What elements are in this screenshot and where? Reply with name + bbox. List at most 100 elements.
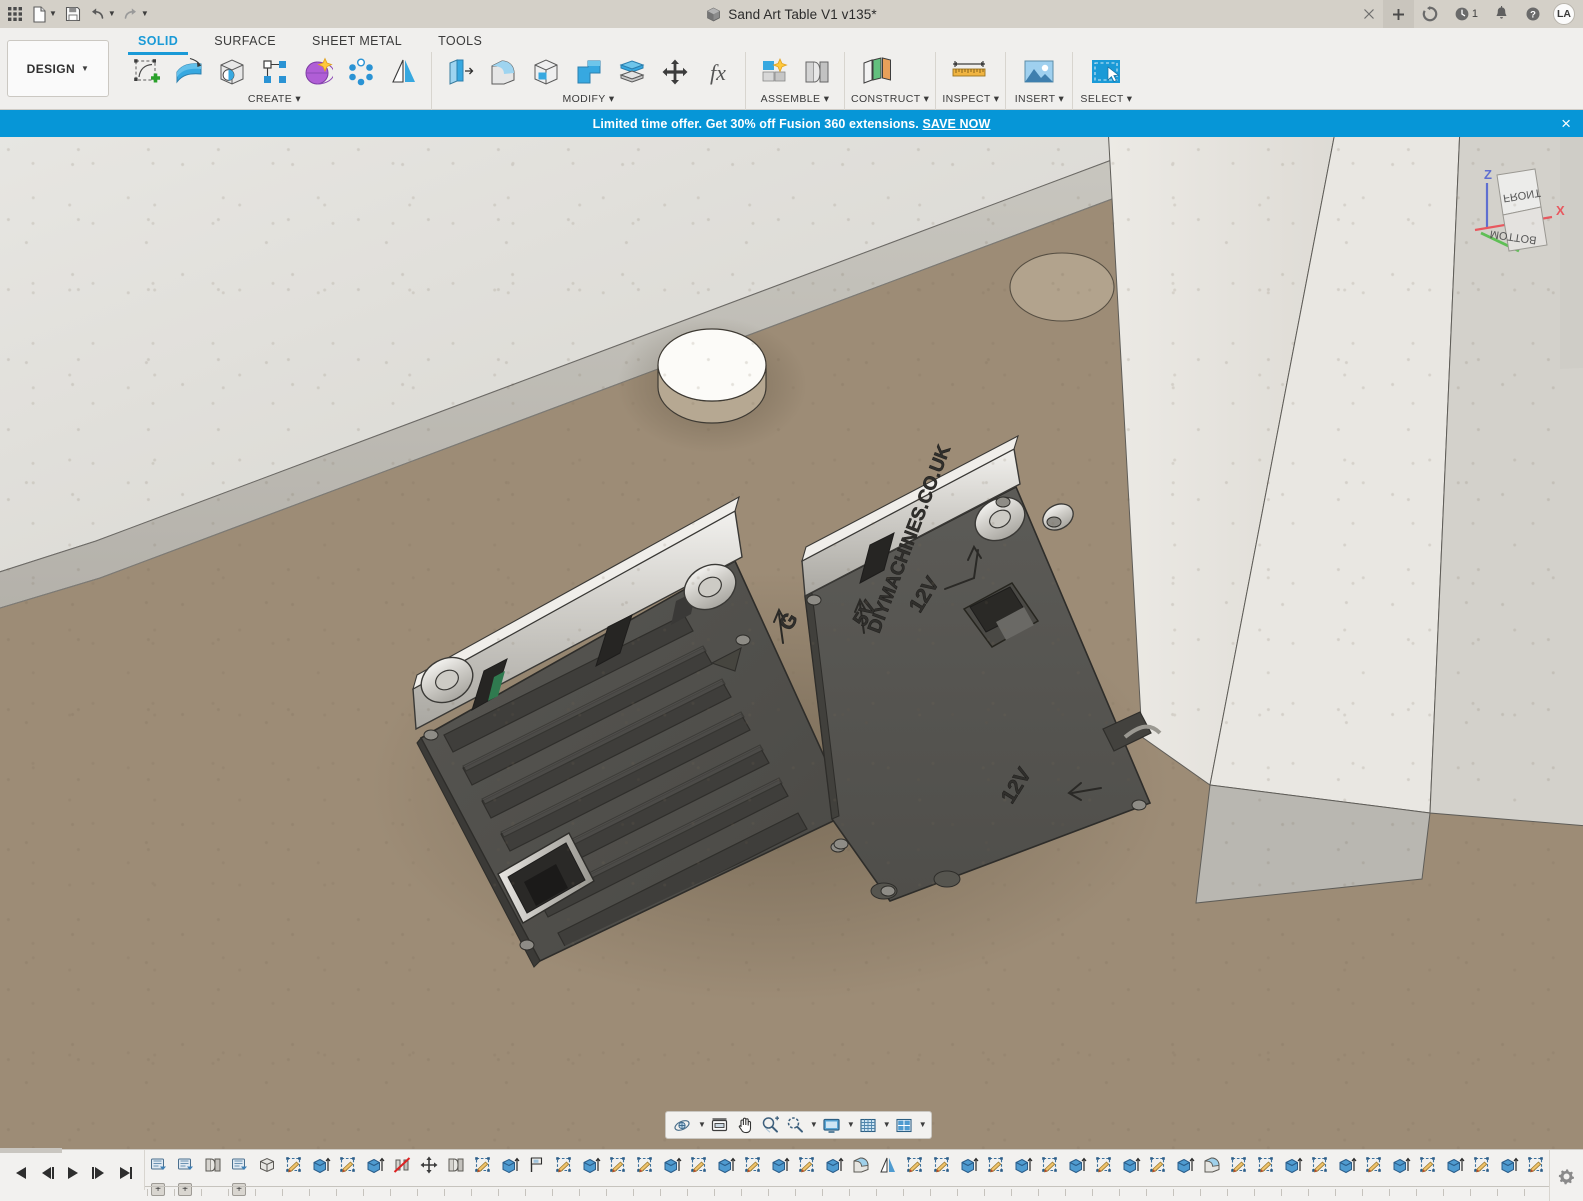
extrude-cylinder-icon[interactable] <box>210 52 253 92</box>
timeline-feature-fillet[interactable] <box>847 1155 874 1187</box>
timeline-feature-sketch[interactable] <box>1306 1155 1333 1187</box>
display-settings-icon[interactable] <box>819 1113 844 1137</box>
timeline-feature-extrude[interactable] <box>1333 1155 1360 1187</box>
timeline-feature-joint[interactable] <box>199 1155 226 1187</box>
zoom-in-icon[interactable] <box>758 1113 782 1137</box>
timeline-feature-sketch[interactable] <box>1144 1155 1171 1187</box>
close-tab-icon[interactable] <box>1355 1 1383 27</box>
panel-modify-label[interactable]: MODIFY ▾ <box>438 93 739 105</box>
shell-icon[interactable] <box>524 52 567 92</box>
timeline-feature-sketch[interactable] <box>739 1155 766 1187</box>
sphere-torus-icon[interactable] <box>296 52 339 92</box>
help-icon[interactable]: ? <box>1517 1 1549 27</box>
chevron-down-icon[interactable]: ▼ <box>810 1121 818 1129</box>
timeline-track[interactable]: +++ <box>145 1150 1549 1201</box>
timeline-feature-component[interactable]: + <box>226 1155 253 1187</box>
panel-select-label[interactable]: SELECT ▾ <box>1079 93 1133 105</box>
timeline-feature-extrude[interactable] <box>820 1155 847 1187</box>
timeline-feature-extrude[interactable] <box>1009 1155 1036 1187</box>
press-pull-icon[interactable] <box>438 52 481 92</box>
change-parameters-icon[interactable]: fx <box>696 52 739 92</box>
add-tab-button[interactable] <box>1383 0 1414 28</box>
timeline-feature-flag[interactable] <box>523 1155 550 1187</box>
split-body-icon[interactable] <box>610 52 653 92</box>
timeline-feature-sketch[interactable] <box>928 1155 955 1187</box>
measure-icon[interactable] <box>942 52 996 92</box>
timeline-feature-mirror[interactable] <box>874 1155 901 1187</box>
timeline-feature-sketch[interactable] <box>685 1155 712 1187</box>
refresh-icon[interactable] <box>1414 1 1446 27</box>
panel-assemble-label[interactable]: ASSEMBLE ▾ <box>752 93 838 105</box>
avatar[interactable]: LA <box>1553 3 1575 25</box>
new-sketch-icon[interactable] <box>124 52 167 92</box>
viewcube[interactable]: Z X FRONT BOTTOM <box>1457 155 1577 255</box>
insert-image-icon[interactable] <box>1012 52 1066 92</box>
look-at-icon[interactable] <box>707 1113 732 1137</box>
chevron-down-icon[interactable]: ▼ <box>141 10 149 18</box>
create-form-icon[interactable] <box>167 52 210 92</box>
timeline-feature-component[interactable]: + <box>172 1155 199 1187</box>
panel-inspect-label[interactable]: INSPECT ▾ <box>942 93 999 105</box>
timeline-feature-joint-suppressed[interactable] <box>388 1155 415 1187</box>
timeline-feature-extrude[interactable] <box>307 1155 334 1187</box>
timeline-feature-sketch[interactable] <box>1252 1155 1279 1187</box>
panel-insert-label[interactable]: INSERT ▾ <box>1012 93 1066 105</box>
timeline-feature-sketch[interactable] <box>1522 1155 1549 1187</box>
save-icon[interactable] <box>60 1 86 27</box>
timeline-feature-extrude[interactable] <box>1279 1155 1306 1187</box>
timeline-feature-extrude[interactable] <box>1063 1155 1090 1187</box>
joint-icon[interactable] <box>795 52 838 92</box>
timeline-feature-sketch[interactable] <box>1225 1155 1252 1187</box>
timeline-feature-extrude[interactable] <box>496 1155 523 1187</box>
new-file-icon[interactable]: ▼ <box>28 1 60 27</box>
timeline-feature-extrude[interactable] <box>658 1155 685 1187</box>
jobs-status-icon[interactable]: 1 <box>1446 1 1486 27</box>
timeline-feature-sketch[interactable] <box>469 1155 496 1187</box>
fillet-icon[interactable] <box>481 52 524 92</box>
timeline-feature-sketch[interactable] <box>280 1155 307 1187</box>
chevron-down-icon[interactable]: ▼ <box>49 10 57 18</box>
timeline-feature-sketch[interactable] <box>793 1155 820 1187</box>
chevron-down-icon[interactable]: ▼ <box>698 1121 706 1129</box>
timeline-feature-sketch[interactable] <box>550 1155 577 1187</box>
timeline-feature-sketch[interactable] <box>982 1155 1009 1187</box>
pan-hand-icon[interactable] <box>733 1113 757 1137</box>
offset-plane-icon[interactable] <box>851 52 905 92</box>
timeline-feature-fillet[interactable] <box>1198 1155 1225 1187</box>
timeline-feature-sketch[interactable] <box>1360 1155 1387 1187</box>
timeline-feature-sketch[interactable] <box>334 1155 361 1187</box>
timeline-feature-extrude[interactable] <box>1441 1155 1468 1187</box>
orbit-icon[interactable] <box>670 1113 695 1137</box>
workspace-switcher-design[interactable]: DESIGN ▼ <box>7 40 109 97</box>
timeline-feature-extrude[interactable] <box>577 1155 604 1187</box>
bell-icon[interactable] <box>1486 1 1517 27</box>
step-back-button[interactable] <box>34 1158 60 1188</box>
timeline-feature-sketch[interactable] <box>631 1155 658 1187</box>
timeline-feature-extrude[interactable] <box>766 1155 793 1187</box>
viewcube-svg[interactable]: Z X FRONT BOTTOM <box>1457 155 1577 255</box>
timeline-feature-sketch[interactable] <box>1468 1155 1495 1187</box>
timeline-feature-body[interactable] <box>253 1155 280 1187</box>
chevron-down-icon[interactable]: ▼ <box>919 1121 927 1129</box>
play-button[interactable] <box>60 1158 86 1188</box>
redo-icon[interactable]: ▼ <box>119 1 152 27</box>
grid-apps-icon[interactable] <box>2 1 28 27</box>
timeline-feature-extrude[interactable] <box>1117 1155 1144 1187</box>
timeline-feature-sketch[interactable] <box>1036 1155 1063 1187</box>
promo-save-now-link[interactable]: SAVE NOW <box>922 117 990 131</box>
timeline-feature-joint[interactable] <box>442 1155 469 1187</box>
timeline-feature-sketch[interactable] <box>1090 1155 1117 1187</box>
panel-construct-label[interactable]: CONSTRUCT ▾ <box>851 93 929 105</box>
step-forward-button[interactable] <box>86 1158 112 1188</box>
timeline-settings-gear-icon[interactable] <box>1549 1150 1583 1201</box>
undo-icon[interactable]: ▼ <box>86 1 119 27</box>
go-to-end-button[interactable] <box>112 1158 138 1188</box>
panel-create-label[interactable]: CREATE ▾ <box>124 93 425 105</box>
timeline-feature-extrude[interactable] <box>1387 1155 1414 1187</box>
timeline-feature-move[interactable] <box>415 1155 442 1187</box>
timeline-feature-extrude[interactable] <box>1171 1155 1198 1187</box>
timeline-feature-sketch[interactable] <box>1414 1155 1441 1187</box>
zoom-window-icon[interactable] <box>783 1113 807 1137</box>
box-pattern-icon[interactable] <box>253 52 296 92</box>
chevron-down-icon[interactable]: ▼ <box>883 1121 891 1129</box>
